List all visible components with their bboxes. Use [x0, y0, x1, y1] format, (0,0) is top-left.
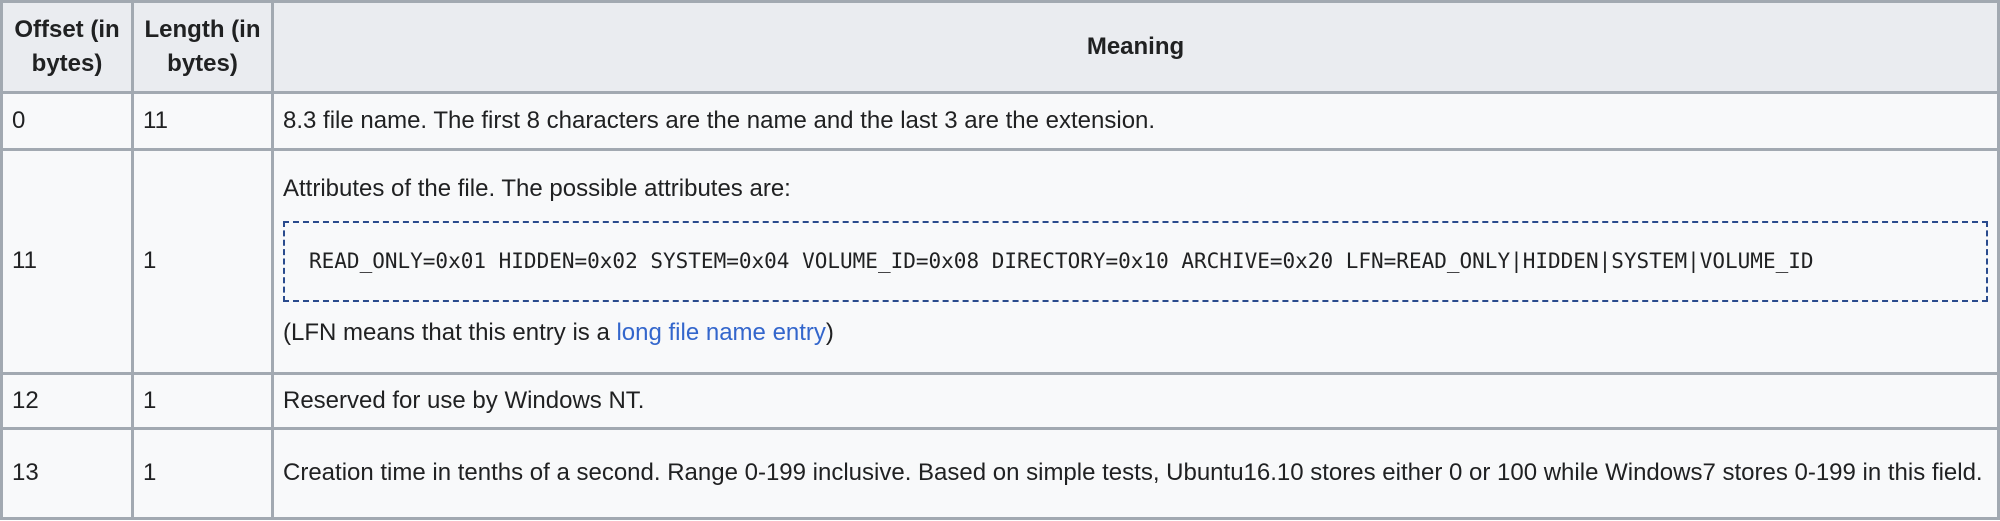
- offset-cell: 0: [0, 91, 134, 151]
- meaning-cell: 8.3 file name. The first 8 characters ar…: [271, 91, 2000, 151]
- lfn-note: (LFN means that this entry is a long fil…: [283, 314, 1988, 352]
- header-length: Length (in bytes): [131, 0, 274, 94]
- header-offset: Offset (in bytes): [0, 0, 134, 94]
- length-cell: 1: [131, 427, 274, 520]
- attributes-code-block: READ_ONLY=0x01 HIDDEN=0x02 SYSTEM=0x04 V…: [283, 220, 1988, 303]
- offset-cell: 12: [0, 372, 134, 430]
- meaning-cell: Reserved for use by Windows NT.: [271, 372, 2000, 430]
- length-cell: 1: [131, 148, 274, 375]
- header-meaning: Meaning: [271, 0, 2000, 94]
- long-file-name-entry-link[interactable]: long file name entry: [616, 319, 825, 346]
- lfn-note-prefix: (LFN means that this entry is a: [283, 319, 617, 347]
- directory-entry-table: Offset (in bytes) Length (in bytes) Mean…: [0, 0, 2000, 520]
- table-row: 12 1 Reserved for use by Windows NT.: [0, 372, 2000, 430]
- table-header-row: Offset (in bytes) Length (in bytes) Mean…: [0, 0, 2000, 94]
- meaning-cell: Attributes of the file. The possible att…: [271, 148, 2000, 375]
- lfn-note-suffix: ): [825, 319, 834, 347]
- table-row: 0 11 8.3 file name. The first 8 characte…: [0, 91, 2000, 151]
- table-row: 11 1 Attributes of the file. The possibl…: [0, 148, 2000, 375]
- table-row: 13 1 Creation time in tenths of a second…: [0, 427, 2000, 520]
- offset-cell: 13: [0, 427, 134, 520]
- meaning-cell: Creation time in tenths of a second. Ran…: [271, 427, 2000, 520]
- attributes-intro: Attributes of the file. The possible att…: [283, 175, 791, 203]
- length-cell: 11: [131, 91, 274, 151]
- length-cell: 1: [131, 372, 274, 430]
- offset-cell: 11: [0, 148, 134, 375]
